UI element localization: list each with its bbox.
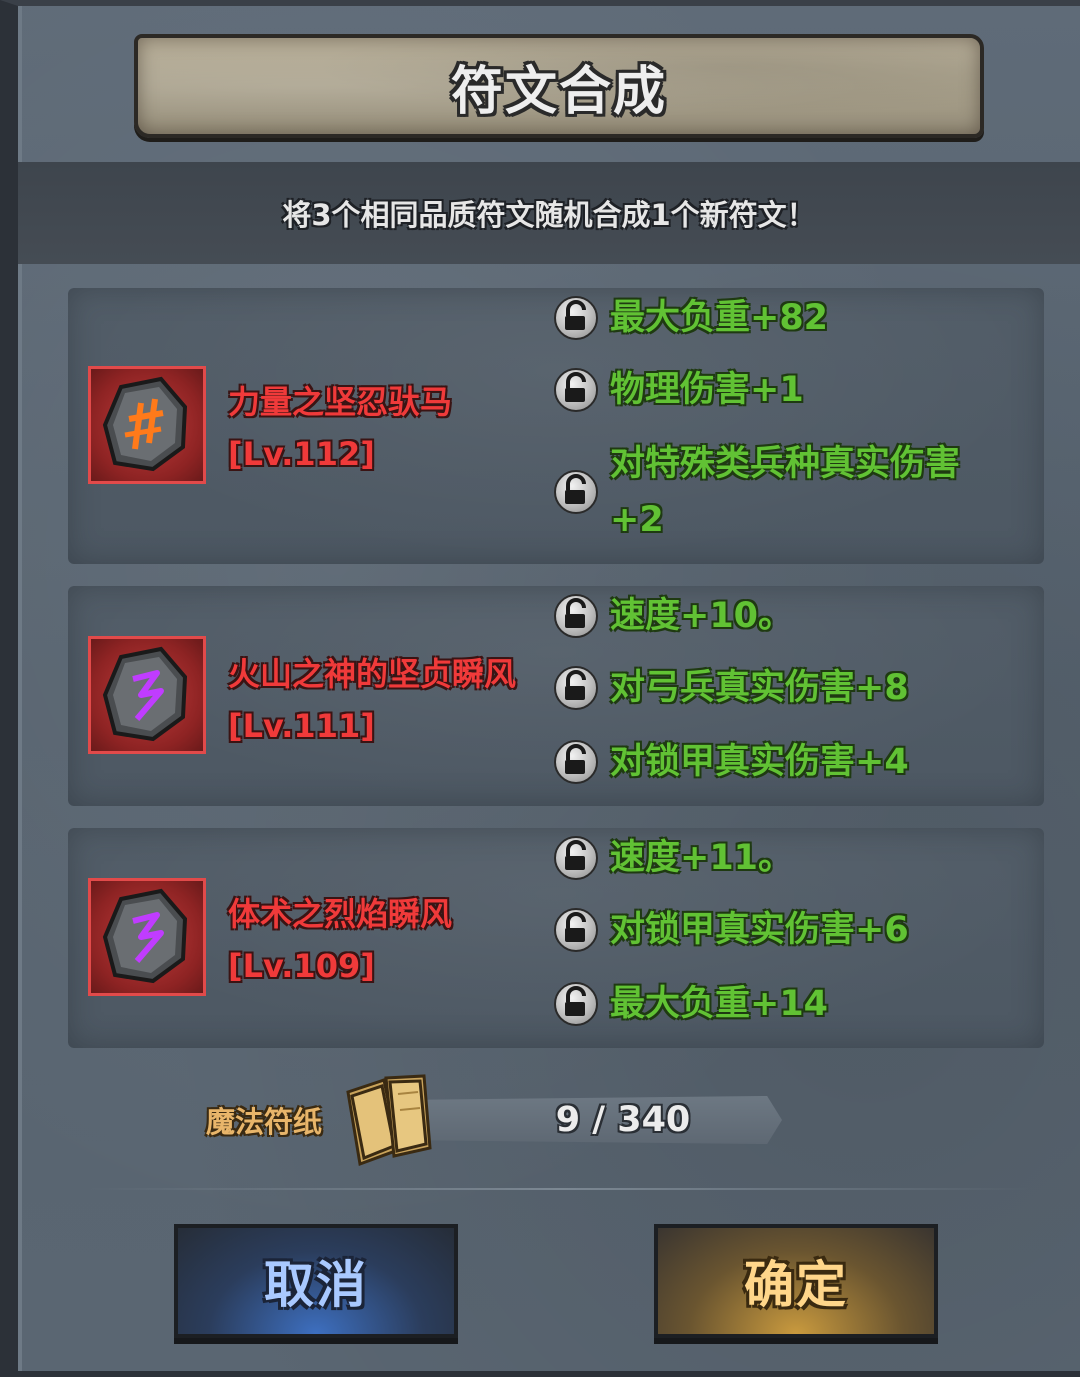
attribute-row: 速度+10。 <box>554 590 793 642</box>
magic-paper-count-bar: 9 / 340 <box>410 1096 782 1144</box>
rune-card-2[interactable]: 火山之神的坚贞瞬风 [Lv.111] 速度+10。 对弓兵真实伤害+8 对锁甲真… <box>68 586 1044 806</box>
attribute-text: 速度+11。 <box>610 838 794 878</box>
rune-title: 体术之烈焰瞬风 <box>228 895 453 933</box>
rune-stone-icon <box>102 888 188 984</box>
attribute-text: 对锁甲真实伤害+6 <box>610 910 909 950</box>
description-text: 将3个相同品质符文随机合成1个新符文！ <box>282 198 816 232</box>
cancel-button-label: 取消 <box>264 1256 368 1314</box>
rune-level: [Lv.111] <box>228 707 375 745</box>
lock-icon[interactable] <box>554 470 598 514</box>
rune-level: [Lv.112] <box>228 435 375 473</box>
confirm-button[interactable]: 确定 <box>654 1224 938 1338</box>
lock-icon[interactable] <box>554 666 598 710</box>
attribute-row: 物理伤害+1 <box>554 364 804 416</box>
lock-icon[interactable] <box>554 296 598 340</box>
attribute-row: 速度+11。 <box>554 832 793 884</box>
magic-paper-count: 9 / 340 <box>555 1100 691 1140</box>
lock-icon[interactable] <box>554 740 598 784</box>
rune-stone-icon <box>102 646 188 742</box>
attribute-text: 对特殊类兵种真实伤害+2 <box>610 444 961 540</box>
cancel-button[interactable]: 取消 <box>174 1224 458 1338</box>
rune-icon-3[interactable] <box>88 878 206 996</box>
attribute-text: 最大负重+82 <box>610 298 829 338</box>
lock-icon[interactable] <box>554 594 598 638</box>
rune-level: [Lv.109] <box>228 947 375 985</box>
magic-paper-label: 魔法符纸 <box>206 1105 323 1139</box>
attribute-text: 物理伤害+1 <box>610 370 804 410</box>
attribute-text: 最大负重+14 <box>610 984 829 1024</box>
attribute-text: 对弓兵真实伤害+8 <box>610 668 909 708</box>
rune-icon-1[interactable] <box>88 366 206 484</box>
attribute-row: 最大负重+14 <box>554 978 828 1030</box>
confirm-button-label: 确定 <box>744 1256 848 1314</box>
attribute-row: 对特殊类兵种真实伤害+2 <box>554 436 1010 548</box>
attribute-row: 对锁甲真实伤害+4 <box>554 736 909 788</box>
rune-name-2: 火山之神的坚贞瞬风 [Lv.111] <box>228 648 518 752</box>
rune-stone-icon <box>102 376 188 472</box>
attribute-text: 对锁甲真实伤害+4 <box>610 742 909 782</box>
rune-title: 火山之神的坚贞瞬风 <box>228 655 517 693</box>
lock-icon[interactable] <box>554 908 598 952</box>
attribute-row: 最大负重+82 <box>554 292 828 344</box>
divider <box>90 1188 1030 1190</box>
attribute-row: 对弓兵真实伤害+8 <box>554 662 909 714</box>
attribute-text: 速度+10。 <box>610 596 794 636</box>
lock-icon[interactable] <box>554 368 598 412</box>
attribute-row: 对锁甲真实伤害+6 <box>554 904 909 956</box>
rune-card-1[interactable]: 力量之坚忍驮马 [Lv.112] 最大负重+82 物理伤害+1 对特殊类兵种真实… <box>68 288 1044 564</box>
description-banner: 将3个相同品质符文随机合成1个新符文！ <box>18 162 1080 264</box>
rune-title: 力量之坚忍驮马 <box>228 383 453 421</box>
rune-name-1: 力量之坚忍驮马 [Lv.112] <box>228 376 518 480</box>
title-plaque: 符文合成 <box>134 34 984 138</box>
rune-icon-2[interactable] <box>88 636 206 754</box>
dialog-title: 符文合成 <box>450 61 667 122</box>
rune-name-3: 体术之烈焰瞬风 [Lv.109] <box>228 888 518 992</box>
lock-icon[interactable] <box>554 982 598 1026</box>
rune-card-3[interactable]: 体术之烈焰瞬风 [Lv.109] 速度+11。 对锁甲真实伤害+6 最大负重+1… <box>68 828 1044 1048</box>
magic-paper-icon <box>340 1070 436 1174</box>
lock-icon[interactable] <box>554 836 598 880</box>
